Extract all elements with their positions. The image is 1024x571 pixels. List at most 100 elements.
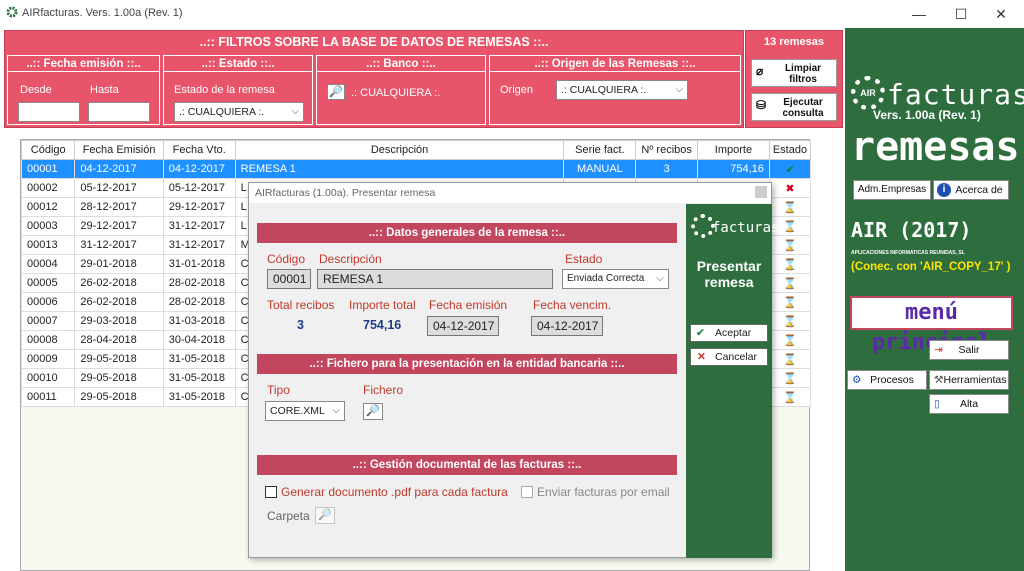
fecha-group: ..:: Fecha emisión ::.. Desde Hasta xyxy=(7,55,160,125)
right-panel: AIR facturas Vers. 1.00a (Rev. 1) remesa… xyxy=(845,28,1024,571)
gestion-header: ..:: Gestión documental de las facturas … xyxy=(257,455,677,475)
importe-total-value: 754,16 xyxy=(363,318,402,332)
tipo-select[interactable]: CORE.XML ⌵ xyxy=(265,401,345,421)
tools-icon: ⚒ xyxy=(934,374,944,386)
fecha-vencim-field: 04-12-2017 xyxy=(531,316,603,336)
database-icon: ⛁ xyxy=(756,98,767,112)
status-pending-icon: ⌛ xyxy=(768,197,812,217)
table-cell: 00007 xyxy=(20,311,76,331)
table-cell: 31-01-2018 xyxy=(162,254,236,274)
total-recibos-label: Total recibos xyxy=(267,298,335,312)
carpeta-label: Carpeta xyxy=(267,509,310,523)
side-title: Presentar remesa xyxy=(696,258,762,290)
logo-gear-icon: AIR xyxy=(851,76,885,110)
table-cell: 00013 xyxy=(20,235,76,255)
banco-group: ..:: Banco ::.. 🔎 .: CUALQUIERA :. xyxy=(316,55,486,125)
table-cell: 00003 xyxy=(20,216,76,236)
acerca-button[interactable]: i Acerca de xyxy=(933,180,1009,200)
column-header[interactable]: Serie fact. xyxy=(563,140,637,160)
table-cell: 31-12-2017 xyxy=(162,216,236,236)
table-cell: 05-12-2017 xyxy=(74,178,164,198)
connection-text: (Conec. con 'AIR_COPY_17' ) xyxy=(851,261,1011,273)
table-header: Código Fecha Emisión Fecha Vto. Descripción… xyxy=(20,140,812,160)
alta-button[interactable]: ▯ Alta xyxy=(929,394,1009,414)
adm-empresas-button[interactable]: Adm.Empresas xyxy=(853,180,931,200)
limpiar-filtros-button[interactable]: ⌀ Limpiar filtros xyxy=(751,59,837,87)
cancelar-button[interactable]: ✕ Cancelar xyxy=(690,348,768,366)
column-header[interactable]: Fecha Vto. xyxy=(162,140,236,160)
table-cell: 28-02-2018 xyxy=(162,292,236,312)
banco-group-title: ..:: Banco ::.. xyxy=(317,56,485,72)
column-header[interactable]: Nº recibos xyxy=(635,140,698,160)
ejecutar-consulta-button[interactable]: ⛁ Ejecutar consulta xyxy=(751,93,837,121)
datos-generales-header: ..:: Datos generales de la remesa ::.. xyxy=(257,223,677,243)
estado-select[interactable]: Enviada Correcta ⌵ xyxy=(562,269,669,289)
aceptar-button[interactable]: ✔ Aceptar xyxy=(690,324,768,342)
origen-select[interactable]: .: CUALQUIERA :. ⌵ xyxy=(556,80,688,100)
dialog-side-panel: facturas Presentar remesa ✔ Aceptar ✕ Ca… xyxy=(686,204,779,558)
cancelar-label: Cancelar xyxy=(715,351,758,363)
table-cell: 00006 xyxy=(20,292,76,312)
table-cell: 00010 xyxy=(20,368,76,388)
table-cell: REMESA 1 xyxy=(234,159,565,179)
estado-label: Estado xyxy=(565,252,603,266)
column-header[interactable]: Descripción xyxy=(234,140,565,160)
status-error-icon: ✖ xyxy=(768,178,812,198)
table-cell: 31-05-2018 xyxy=(162,349,236,369)
origen-select-value: .: CUALQUIERA :. xyxy=(561,84,647,96)
procesos-label: Procesos xyxy=(870,374,914,386)
table-cell: 04-12-2017 xyxy=(162,159,236,179)
chevron-down-icon: ⌵ xyxy=(332,405,340,416)
fichero-header: ..:: Fichero para la presentación en la … xyxy=(257,354,677,374)
fichero-search-icon[interactable]: 🔎 xyxy=(363,403,383,420)
table-cell: 29-05-2018 xyxy=(74,387,164,407)
origen-label: Origen xyxy=(500,84,534,96)
search-icon[interactable]: 🔎 xyxy=(327,84,345,100)
salir-button[interactable]: ⇥ Salir xyxy=(929,340,1009,360)
minimize-button[interactable]: — xyxy=(904,4,934,24)
menu-principal-button[interactable]: menú principal xyxy=(850,296,1013,355)
cross-icon: ✕ xyxy=(697,351,706,363)
banco-value: .: CUALQUIERA :. xyxy=(351,87,441,99)
carpeta-search-icon[interactable]: 🔎 xyxy=(315,507,335,524)
table-cell: 00001 xyxy=(20,159,76,179)
maximize-button[interactable]: ☐ xyxy=(946,4,976,24)
column-header[interactable]: Código xyxy=(20,140,76,160)
chevron-down-icon: ⌵ xyxy=(291,106,299,117)
company-subtitle: APLICACIONES INFORMATICAS REUNIDAS, SL xyxy=(851,250,965,256)
procesos-button[interactable]: ⚙ Procesos xyxy=(847,370,927,390)
desde-input[interactable] xyxy=(18,102,80,122)
status-pending-icon: ⌛ xyxy=(768,311,812,331)
generar-pdf-checkbox[interactable] xyxy=(265,486,277,498)
table-cell: 28-02-2018 xyxy=(162,273,236,293)
table-cell: 29-05-2018 xyxy=(74,368,164,388)
table-cell: MANUAL xyxy=(563,159,637,179)
remesas-count: 13 remesas xyxy=(764,36,824,48)
email-label: Enviar facturas por email xyxy=(537,485,670,499)
salir-label: Salir xyxy=(958,344,980,356)
herramientas-label: Herramientas xyxy=(943,374,1007,386)
email-checkbox[interactable] xyxy=(521,486,533,498)
table-row[interactable]: 00001 04-12-2017 04-12-2017 REMESA 1 MANUAL 3… xyxy=(20,159,812,179)
status-pending-icon: ⌛ xyxy=(768,368,812,388)
hasta-input[interactable] xyxy=(88,102,150,122)
column-header[interactable]: Fecha Emisión xyxy=(74,140,164,160)
total-recibos-value: 3 xyxy=(297,318,304,332)
filters-header: ..:: FILTROS SOBRE LA BASE DE DATOS DE R… xyxy=(199,35,549,49)
column-header[interactable]: Estado xyxy=(768,140,812,160)
document-icon: ▯ xyxy=(934,398,940,410)
ejecutar-consulta-label: Ejecutar consulta xyxy=(782,97,824,119)
tipo-label: Tipo xyxy=(267,383,290,397)
close-button[interactable]: ✕ xyxy=(986,4,1016,24)
codigo-field: 00001 xyxy=(267,269,311,289)
estado-select[interactable]: .: CUALQUIERA :. ⌵ xyxy=(174,102,304,122)
dialog-close-icon[interactable] xyxy=(755,186,767,198)
table-cell: 05-12-2017 xyxy=(162,178,236,198)
herramientas-button[interactable]: ⚒ Herramientas xyxy=(929,370,1009,390)
side-logo-text: facturas xyxy=(712,220,780,236)
descripcion-label: Descripción xyxy=(319,252,382,266)
estado-group-title: ..:: Estado ::.. xyxy=(164,56,312,72)
column-header[interactable]: Importe xyxy=(696,140,770,160)
fecha-emision-label: Fecha emisión xyxy=(429,298,508,312)
alta-label: Alta xyxy=(959,398,979,410)
